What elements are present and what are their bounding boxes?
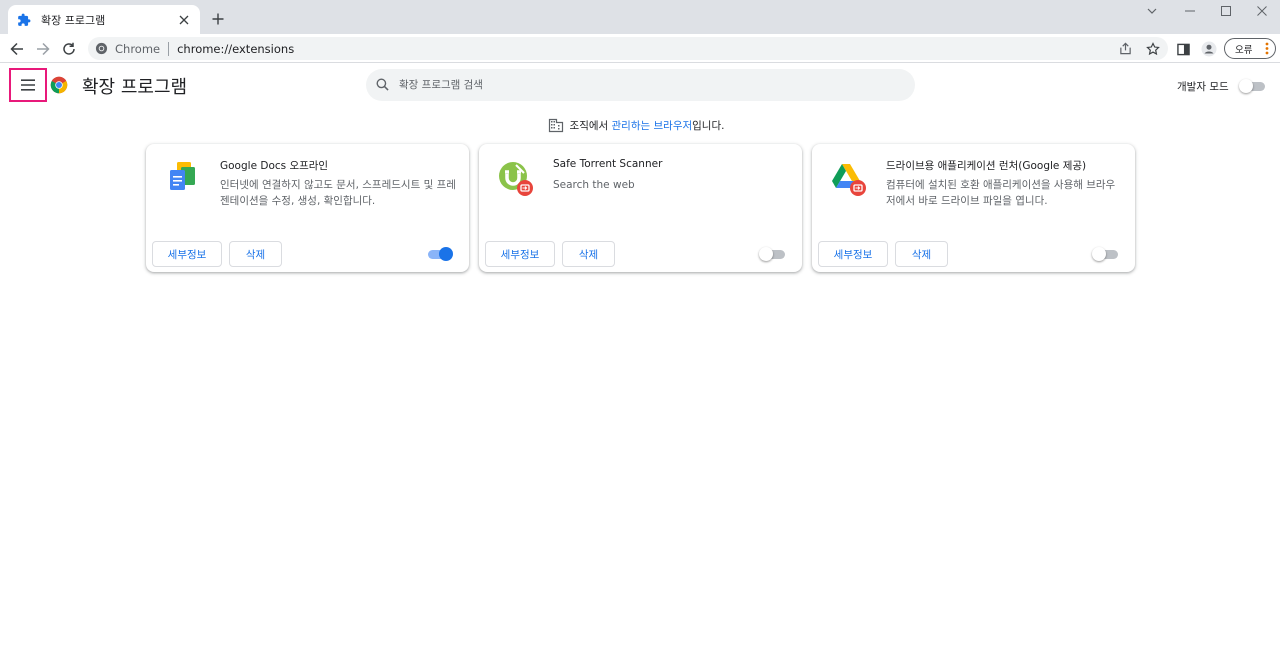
search-input[interactable]	[399, 79, 879, 91]
tab-strip: 확장 프로그램	[0, 0, 1280, 34]
tab-search-button[interactable]	[1134, 0, 1170, 22]
close-icon[interactable]	[176, 12, 192, 28]
share-icon[interactable]	[1116, 40, 1134, 58]
minimize-button[interactable]	[1172, 0, 1208, 22]
extension-name: 드라이브용 애플리케이션 런처(Google 제공)	[886, 160, 1087, 172]
extension-name: Google Docs 오프라인	[220, 160, 329, 172]
main-menu-button[interactable]	[9, 68, 47, 102]
bookmark-star-icon[interactable]	[1144, 40, 1162, 58]
toggle-knob	[439, 247, 453, 261]
puzzle-icon	[16, 12, 32, 28]
google-drive-launcher-icon	[832, 164, 866, 196]
reload-button[interactable]	[58, 38, 80, 60]
extension-name: Safe Torrent Scanner	[553, 158, 663, 170]
omnibox-divider	[168, 41, 170, 56]
side-panel-button[interactable]	[1172, 38, 1194, 60]
extension-card-google-docs-offline: Google Docs 오프라인 인터넷에 연결하지 않고도 문서, 스프레드시…	[146, 144, 469, 272]
remove-button[interactable]: 삭제	[229, 241, 282, 267]
tab-extensions[interactable]: 확장 프로그램	[8, 5, 200, 34]
toggle-knob	[1092, 247, 1106, 261]
business-building-icon	[548, 118, 563, 133]
extension-description: 인터넷에 연결하지 않고도 문서, 스프레드시트 및 프레젠테이션을 수정, 생…	[220, 179, 456, 207]
managed-browser-notice: 조직에서 관리하는 브라우저 입니다.	[0, 117, 1280, 133]
managed-notice-suffix: 입니다.	[692, 119, 725, 132]
safe-torrent-scanner-icon	[499, 162, 533, 196]
address-bar[interactable]: Chrome chrome://extensions	[88, 37, 1168, 60]
hamburger-menu-icon	[21, 76, 35, 95]
managed-browser-link[interactable]: 관리하는 브라우저	[612, 118, 693, 133]
remove-button[interactable]: 삭제	[895, 241, 948, 267]
toggle-knob	[1238, 79, 1253, 93]
profile-error-button[interactable]: 오류	[1224, 38, 1276, 59]
extension-description: Search the web	[553, 179, 635, 191]
extension-card-safe-torrent-scanner: Safe Torrent Scanner Search the web 세부정보…	[479, 144, 802, 272]
site-name: Chrome	[115, 41, 161, 56]
extension-card-drive-app-launcher: 드라이브용 애플리케이션 런처(Google 제공) 컴퓨터에 설치된 호환 애…	[812, 144, 1135, 272]
extension-description: 컴퓨터에 설치된 호환 애플리케이션을 사용해 브라우저에서 바로 드라이브 파…	[886, 179, 1116, 207]
toggle-knob	[759, 247, 773, 261]
browser-toolbar: Chrome chrome://extensions 오류	[0, 34, 1280, 63]
page-title: 확장 프로그램	[82, 77, 188, 98]
remove-button[interactable]: 삭제	[562, 241, 615, 267]
managed-notice-prefix: 조직에서	[569, 119, 612, 132]
more-vert-icon[interactable]	[1265, 42, 1269, 58]
extension-search-box[interactable]	[366, 69, 915, 101]
extension-enable-toggle[interactable]	[759, 246, 785, 262]
search-icon	[376, 76, 389, 95]
details-button[interactable]: 세부정보	[152, 241, 222, 267]
tab-title: 확장 프로그램	[41, 13, 106, 27]
developer-mode-control: 개발자 모드	[1177, 78, 1265, 94]
developer-mode-label: 개발자 모드	[1177, 80, 1229, 93]
back-button[interactable]	[6, 38, 28, 60]
url-text[interactable]: chrome://extensions	[177, 42, 294, 56]
profile-error-label: 오류	[1235, 44, 1253, 56]
profile-avatar[interactable]	[1198, 38, 1220, 60]
window-close-button[interactable]	[1244, 0, 1280, 22]
new-tab-button[interactable]	[208, 9, 228, 29]
details-button[interactable]: 세부정보	[818, 241, 888, 267]
extension-enable-toggle[interactable]	[426, 246, 453, 262]
chrome-logo-icon	[50, 76, 68, 94]
forward-button[interactable]	[32, 38, 54, 60]
developer-mode-toggle[interactable]	[1238, 78, 1265, 94]
google-docs-offline-icon	[170, 162, 195, 190]
extension-enable-toggle[interactable]	[1092, 246, 1118, 262]
details-button[interactable]: 세부정보	[485, 241, 555, 267]
chrome-site-icon	[95, 42, 109, 56]
maximize-button[interactable]	[1208, 0, 1244, 22]
